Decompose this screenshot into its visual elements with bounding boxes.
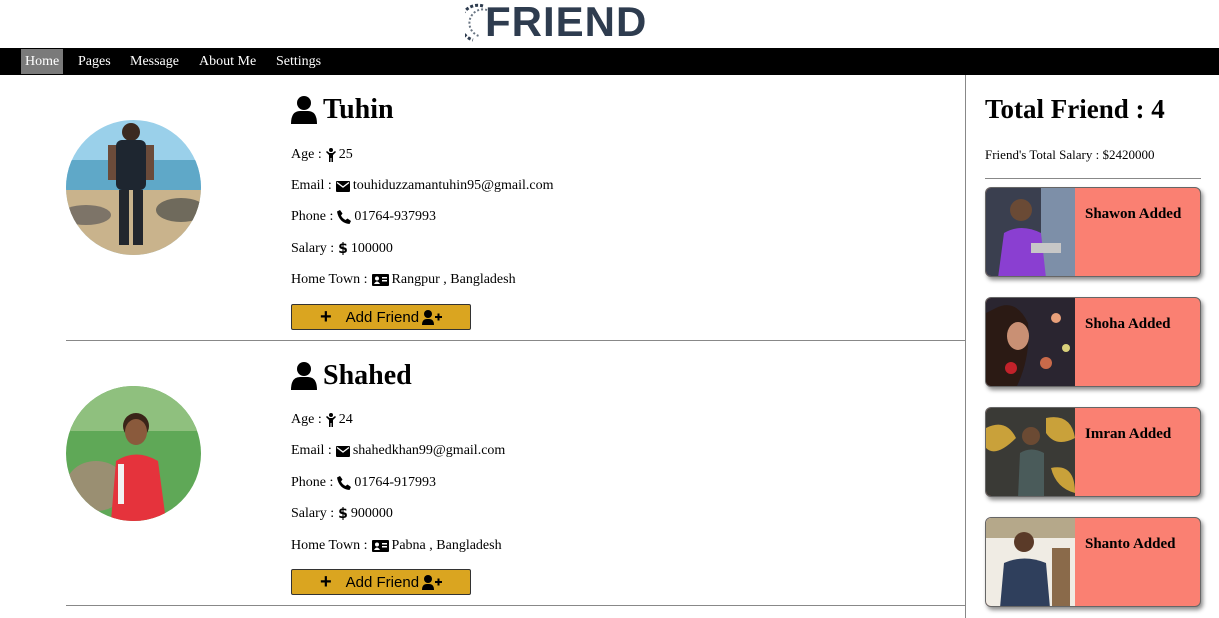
hometown-field: Home Town : Rangpur , Bangladesh — [291, 271, 516, 289]
user-icon — [291, 362, 317, 390]
friend-name: Tuhin — [323, 94, 394, 125]
email-field: Email : touhiduzzamantuhin95@gmail.com — [291, 177, 554, 195]
age-field: Age : 25 — [291, 146, 353, 164]
friend-name-row: Shahed — [291, 358, 412, 394]
age-label: Age : — [291, 147, 322, 162]
phone-label: Phone : — [291, 209, 334, 224]
phone-field: Phone : 01764-917993 — [291, 474, 436, 492]
added-friend-label: Shawon Added — [1085, 206, 1182, 222]
added-friend-label: Imran Added — [1085, 426, 1172, 442]
dollar-icon: $ — [338, 506, 348, 522]
added-friend-label: Shoha Added — [1085, 316, 1171, 332]
age-value: 25 — [338, 147, 353, 162]
nav-item-settings[interactable]: Settings — [272, 49, 325, 74]
nav-item-message[interactable]: Message — [126, 49, 183, 74]
add-friend-button[interactable]: + Add Friend — [291, 304, 471, 330]
added-friend-card[interactable]: Shanto Added — [985, 517, 1201, 607]
email-label: Email : — [291, 443, 332, 458]
added-friend-photo — [986, 188, 1075, 276]
top-navbar: Home Pages Message About Me Settings — [0, 48, 1219, 75]
nav-item-pages[interactable]: Pages — [74, 49, 115, 74]
total-friend-title: Total Friend : 4 — [985, 94, 1165, 124]
friend-card: Shahed Age : 24 Email : shahedkhan99@gma… — [66, 340, 966, 606]
friend-card: Tuhin Age : 25 Email : touhiduzzamantuhi… — [66, 75, 966, 341]
age-field: Age : 24 — [291, 411, 353, 429]
friend-avatar — [66, 386, 201, 521]
salary-value: 100000 — [350, 241, 393, 256]
added-friend-photo — [986, 518, 1075, 606]
hometown-value: Rangpur , Bangladesh — [391, 272, 516, 287]
hometown-label: Home Town : — [291, 538, 368, 553]
child-icon — [325, 413, 336, 427]
add-friend-label: Add Friend — [345, 308, 420, 326]
email-label: Email : — [291, 178, 332, 193]
friend-avatar — [66, 120, 201, 255]
added-friend-card[interactable]: Imran Added — [985, 407, 1201, 497]
sidebar-separator — [985, 178, 1201, 179]
salary-label: Salary : — [291, 506, 335, 521]
added-friend-photo — [986, 298, 1075, 386]
nav-item-about-me[interactable]: About Me — [195, 49, 260, 74]
total-salary-text: Friend's Total Salary : $2420000 — [985, 147, 1155, 162]
id-card-icon — [371, 540, 389, 552]
add-friend-button[interactable]: + Add Friend — [291, 569, 471, 595]
nav-item-home[interactable]: Home — [21, 49, 64, 74]
hometown-label: Home Town : — [291, 272, 368, 287]
user-plus-icon — [422, 309, 443, 325]
hometown-field: Home Town : Pabna , Bangladesh — [291, 537, 502, 555]
add-friend-label: Add Friend — [345, 573, 420, 591]
friend-name-row: Tuhin — [291, 92, 394, 128]
age-value: 24 — [338, 412, 353, 427]
salary-field: Salary : $ 100000 — [291, 240, 393, 258]
phone-icon — [337, 210, 352, 224]
age-label: Age : — [291, 412, 322, 427]
phone-icon — [337, 476, 352, 490]
id-card-icon — [371, 274, 389, 286]
added-friend-card[interactable]: Shawon Added — [985, 187, 1201, 277]
phone-value: 01764-937993 — [354, 209, 437, 224]
brand-logo: FRIEND — [465, 0, 665, 48]
user-plus-icon — [422, 574, 443, 590]
phone-field: Phone : 01764-937993 — [291, 208, 436, 226]
logo-text: FRIEND — [485, 0, 648, 45]
envelope-icon — [335, 445, 350, 457]
phone-label: Phone : — [291, 475, 334, 490]
email-value: shahedkhan99@gmail.com — [352, 443, 506, 458]
email-value: touhiduzzamantuhin95@gmail.com — [352, 178, 554, 193]
dollar-icon: $ — [338, 241, 348, 257]
salary-value: 900000 — [350, 506, 393, 521]
added-friend-card[interactable]: Shoha Added — [985, 297, 1201, 387]
user-icon — [291, 96, 317, 124]
envelope-icon — [335, 180, 350, 192]
child-icon — [325, 148, 336, 162]
plus-icon: + — [319, 306, 332, 328]
plus-icon: + — [319, 571, 332, 593]
email-field: Email : shahedkhan99@gmail.com — [291, 442, 505, 460]
added-friend-photo — [986, 408, 1075, 496]
added-friend-label: Shanto Added — [1085, 536, 1176, 552]
sidebar-divider — [965, 75, 966, 618]
salary-label: Salary : — [291, 241, 335, 256]
phone-value: 01764-917993 — [354, 475, 437, 490]
salary-field: Salary : $ 900000 — [291, 505, 393, 523]
friend-name: Shahed — [323, 360, 412, 391]
hometown-value: Pabna , Bangladesh — [391, 538, 502, 553]
